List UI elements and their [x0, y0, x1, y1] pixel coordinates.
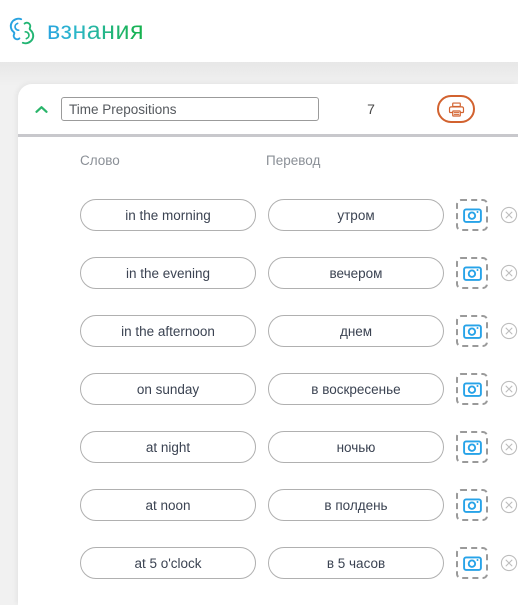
brand-logo[interactable]: взнания	[6, 15, 144, 47]
translation-input[interactable]	[268, 431, 444, 463]
circle-close-icon	[500, 554, 518, 572]
delete-row-button[interactable]	[500, 438, 518, 456]
translation-input[interactable]	[268, 373, 444, 405]
word-rows	[18, 183, 518, 592]
camera-icon	[462, 439, 482, 456]
circle-close-icon	[500, 206, 518, 224]
printer-icon	[448, 101, 465, 118]
word-input[interactable]	[80, 547, 256, 579]
column-headers: Слово Перевод	[18, 137, 518, 183]
set-title-input[interactable]	[61, 97, 319, 121]
table-row	[18, 244, 518, 302]
print-button[interactable]	[437, 95, 475, 123]
table-row	[18, 186, 518, 244]
translation-input[interactable]	[268, 199, 444, 231]
delete-row-button[interactable]	[500, 554, 518, 572]
table-row	[18, 476, 518, 534]
page-canvas: 7 Слово Перевод	[0, 62, 518, 605]
translation-input[interactable]	[268, 315, 444, 347]
word-input[interactable]	[80, 199, 256, 231]
brand-name: взнания	[47, 16, 144, 45]
image-upload-dropzone[interactable]	[456, 489, 488, 521]
chevron-up-icon[interactable]	[30, 98, 52, 120]
word-input[interactable]	[80, 315, 256, 347]
camera-icon	[462, 323, 482, 340]
camera-icon	[462, 497, 482, 514]
translation-input[interactable]	[268, 547, 444, 579]
table-row	[18, 534, 518, 592]
table-row	[18, 302, 518, 360]
delete-row-button[interactable]	[500, 264, 518, 282]
brand-bar: взнания	[0, 0, 518, 62]
image-upload-dropzone[interactable]	[456, 315, 488, 347]
camera-icon	[462, 265, 482, 282]
column-header-translation: Перевод	[266, 152, 321, 168]
word-input[interactable]	[80, 257, 256, 289]
circle-close-icon	[500, 380, 518, 398]
circle-close-icon	[500, 264, 518, 282]
delete-row-button[interactable]	[500, 380, 518, 398]
circle-close-icon	[500, 496, 518, 514]
word-input[interactable]	[80, 373, 256, 405]
delete-row-button[interactable]	[500, 496, 518, 514]
column-header-word: Слово	[80, 152, 120, 168]
image-upload-dropzone[interactable]	[456, 431, 488, 463]
image-upload-dropzone[interactable]	[456, 199, 488, 231]
table-row	[18, 418, 518, 476]
camera-icon	[462, 381, 482, 398]
word-set-card: 7 Слово Перевод	[18, 84, 518, 605]
table-row	[18, 360, 518, 418]
image-upload-dropzone[interactable]	[456, 547, 488, 579]
delete-row-button[interactable]	[500, 322, 518, 340]
camera-icon	[462, 555, 482, 572]
delete-row-button[interactable]	[500, 206, 518, 224]
word-count: 7	[367, 101, 375, 117]
circle-close-icon	[500, 322, 518, 340]
translation-input[interactable]	[268, 257, 444, 289]
interlocking-leaf-brain-icon	[6, 15, 38, 47]
word-input[interactable]	[80, 489, 256, 521]
image-upload-dropzone[interactable]	[456, 257, 488, 289]
set-header: 7	[18, 84, 518, 134]
word-input[interactable]	[80, 431, 256, 463]
image-upload-dropzone[interactable]	[456, 373, 488, 405]
circle-close-icon	[500, 438, 518, 456]
translation-input[interactable]	[268, 489, 444, 521]
camera-icon	[462, 207, 482, 224]
